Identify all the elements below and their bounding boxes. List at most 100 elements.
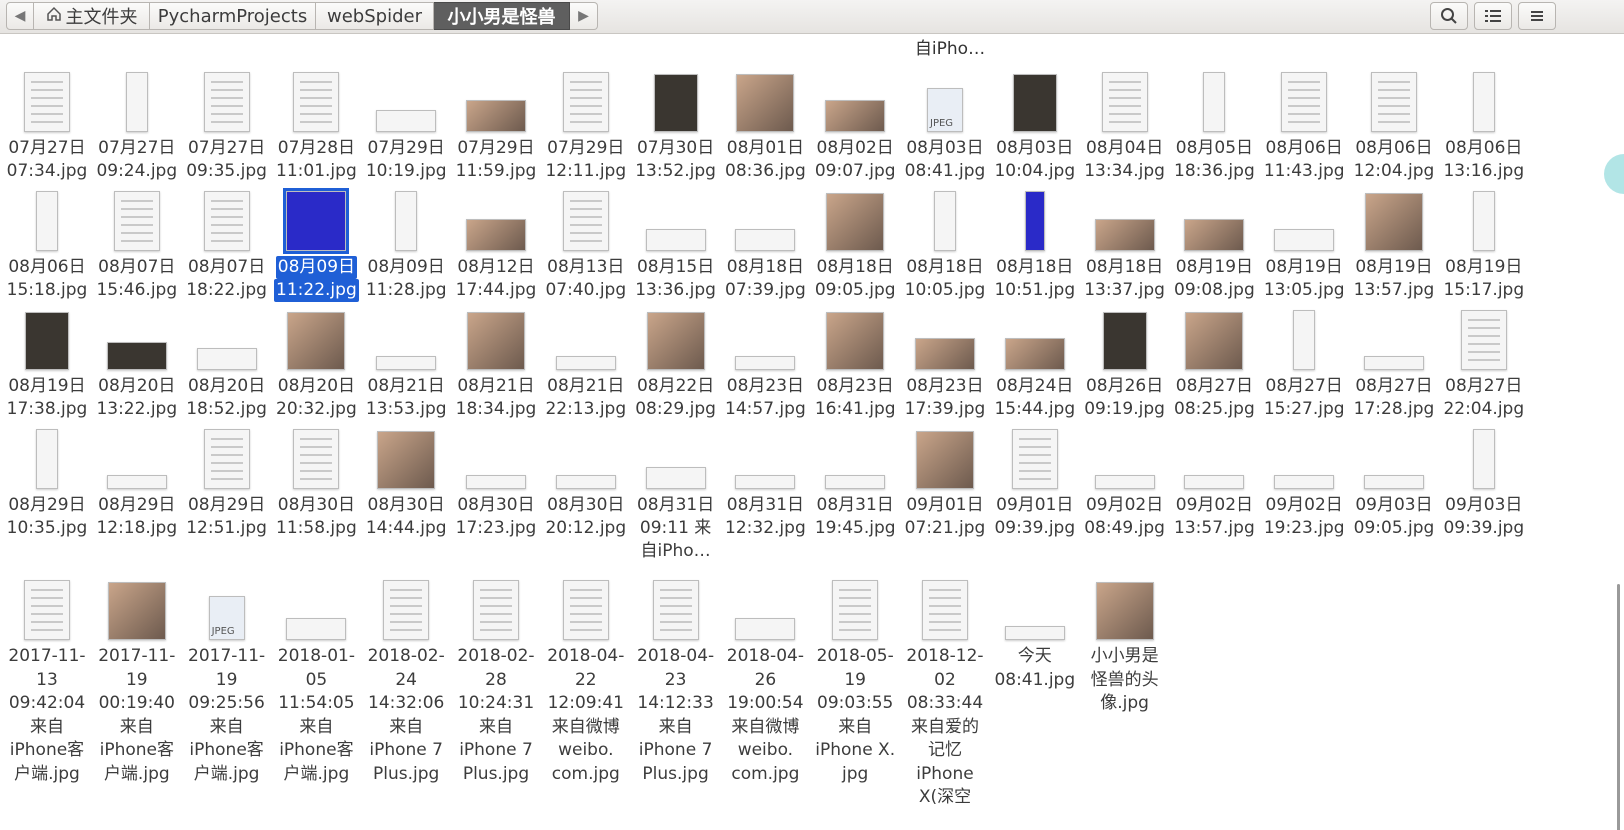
thumbnail-image xyxy=(1184,475,1245,489)
list-view-button[interactable] xyxy=(1474,2,1512,30)
thumbnail-image xyxy=(106,342,167,370)
breadcrumb-label: webSpider xyxy=(327,5,422,27)
file-name: 08月04日 13:34.jpg xyxy=(1075,137,1175,183)
file-name-line: 08月30日 xyxy=(547,495,625,515)
thumbnail-image xyxy=(1472,191,1495,251)
file-name-line: 08月23日 xyxy=(726,376,805,396)
file-name-line: 08月06日 xyxy=(1355,138,1433,158)
thumbnail-area xyxy=(901,308,989,372)
breadcrumb-item[interactable]: 主文件夹 xyxy=(34,2,150,30)
thumbnail-area xyxy=(991,70,1079,134)
file-name: 08月06日 11:43.jpg xyxy=(1254,137,1354,183)
breadcrumb-item[interactable]: webSpider xyxy=(316,2,434,30)
thumbnail-image xyxy=(1365,193,1423,251)
thumbnail-image xyxy=(555,356,616,370)
file-name: 09月01日 07:21.jpg xyxy=(895,494,995,540)
file-name: 08月18日 10:51.jpg xyxy=(985,256,1085,302)
file-name-line: 13:53.jpg xyxy=(365,399,447,419)
file-name: 08月02日 09:07.jpg xyxy=(805,137,905,183)
file-name-line: 户端.jpg xyxy=(103,763,170,784)
thumbnail-area xyxy=(452,308,540,372)
file-name: 08月12日 17:44.jpg xyxy=(446,256,546,302)
file-name-line: 10:05.jpg xyxy=(904,280,986,300)
thumbnail-area xyxy=(1350,427,1438,491)
file-name-line: 08月20日 xyxy=(277,376,356,396)
file-name-line: 07月28日 xyxy=(277,138,356,158)
thumbnail-image xyxy=(1095,582,1154,640)
file-name-line: iPhone客 xyxy=(9,740,85,760)
file-name-line: 00:19:40 xyxy=(98,693,175,713)
jpeg-file-icon: JPEG xyxy=(211,626,235,637)
file-name-line: 22:13.jpg xyxy=(545,399,627,419)
thumbnail-image xyxy=(653,74,698,132)
thumbnail-area xyxy=(93,189,181,253)
file-name-line: 12:04.jpg xyxy=(1353,161,1435,181)
thumbnail-image xyxy=(1004,338,1065,370)
forward-button[interactable]: ▶ xyxy=(570,2,598,30)
thumbnail-image xyxy=(293,72,340,132)
thumbnail-area xyxy=(721,70,809,134)
file-name: 08月03日 10:04.jpg xyxy=(985,137,1085,183)
file-name-line: 11:58.jpg xyxy=(276,518,357,538)
thumbnail-image xyxy=(1011,429,1058,489)
thumbnail-area xyxy=(721,189,809,253)
file-name: 08月13日 07:40.jpg xyxy=(536,256,636,302)
back-button[interactable]: ◀ xyxy=(6,2,34,30)
file-name-line: 08月13日 xyxy=(547,257,625,277)
file-name-line: 来自 xyxy=(299,716,334,737)
breadcrumb-item[interactable]: PycharmProjects xyxy=(150,2,316,30)
file-name-line: 08月21日 xyxy=(367,376,445,396)
file-name-line: 28 xyxy=(485,669,507,690)
file-name-line: 08月27日 xyxy=(1175,376,1254,396)
thumbnail-area xyxy=(721,427,809,491)
search-button[interactable] xyxy=(1430,2,1468,30)
thumbnail-area xyxy=(1081,427,1169,491)
decoration xyxy=(1604,154,1624,194)
thumbnail-image xyxy=(113,191,160,251)
thumbnail-image xyxy=(466,475,526,489)
file-name-line: 08月01日 xyxy=(726,138,805,158)
thumbnail-area xyxy=(1081,578,1169,642)
file-name-line: 16:41.jpg xyxy=(814,399,896,419)
file-name-line: iPhone 7 xyxy=(459,740,533,760)
thumbnail-area xyxy=(1350,189,1438,253)
file-name-line: 像.jpg xyxy=(1100,693,1149,713)
file-name: 08月21日 13:53.jpg xyxy=(356,375,456,421)
scrollbar[interactable] xyxy=(1617,584,1620,830)
file-name: 08月27日 17:28.jpg xyxy=(1344,375,1444,421)
file-name-line: 08月19日 xyxy=(8,376,86,396)
file-name-line: 08月06日 xyxy=(8,257,86,277)
thumbnail-area xyxy=(991,427,1079,491)
file-name-line: 08月23日 xyxy=(906,376,984,396)
thumbnail-area xyxy=(272,427,360,491)
thumbnail-area xyxy=(3,308,91,372)
file-name-line: 15:46.jpg xyxy=(96,280,178,300)
file-name-line: 15:27.jpg xyxy=(1263,399,1345,419)
thumbnail-area xyxy=(1170,189,1258,253)
file-name-line: 户端.jpg xyxy=(193,763,260,784)
thumbnail-image xyxy=(293,429,340,489)
thumbnail-image xyxy=(106,475,167,489)
file-name: 08月29日 12:51.jpg xyxy=(177,494,277,540)
thumbnail-image xyxy=(1024,191,1045,251)
file-name: 08月31日 19:45.jpg xyxy=(805,494,905,540)
thumbnail-image xyxy=(826,193,885,251)
file-name-line: 08月27日 xyxy=(1445,376,1523,396)
file-name-line: 23 xyxy=(664,669,687,690)
file-name-line: 07:21.jpg xyxy=(904,518,986,538)
file-name-line: iPhone客 xyxy=(279,740,354,760)
file-name-line: 08月03日 xyxy=(906,138,984,158)
breadcrumb: ◀ 主文件夹 PycharmProjects webSpider 小小男是怪兽 ▶ xyxy=(6,2,598,30)
breadcrumb-label: PycharmProjects xyxy=(157,5,308,27)
file-name-line: Plus.jpg xyxy=(462,763,530,784)
file-name-line: 15:44.jpg xyxy=(994,399,1076,419)
file-name: 08月09日 11:28.jpg xyxy=(356,256,456,302)
thumbnail-image xyxy=(466,219,526,251)
thumbnail-area xyxy=(632,427,720,491)
thumbnail-area xyxy=(93,578,181,642)
thumbnail-image xyxy=(736,74,795,132)
menu-button[interactable] xyxy=(1518,2,1556,30)
file-name-line: 户端.jpg xyxy=(283,763,350,784)
breadcrumb-item[interactable]: 小小男是怪兽 xyxy=(434,2,570,30)
file-name-line: 来自 xyxy=(658,716,693,737)
